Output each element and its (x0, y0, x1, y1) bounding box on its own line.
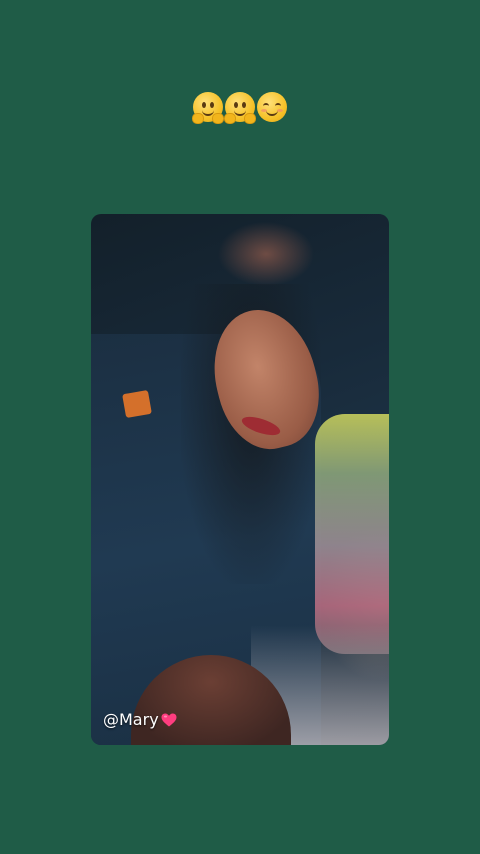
emoji-row (0, 92, 480, 124)
shirt-logo (122, 389, 152, 419)
smiling-face-icon (257, 92, 287, 122)
heart-icon (161, 713, 177, 727)
mention-text: @Mary (103, 710, 159, 729)
melting-face-icon (192, 92, 224, 124)
mention-tag[interactable]: @Mary (103, 710, 177, 729)
melting-face-icon (224, 92, 256, 124)
story-photo[interactable]: @Mary (91, 214, 389, 745)
